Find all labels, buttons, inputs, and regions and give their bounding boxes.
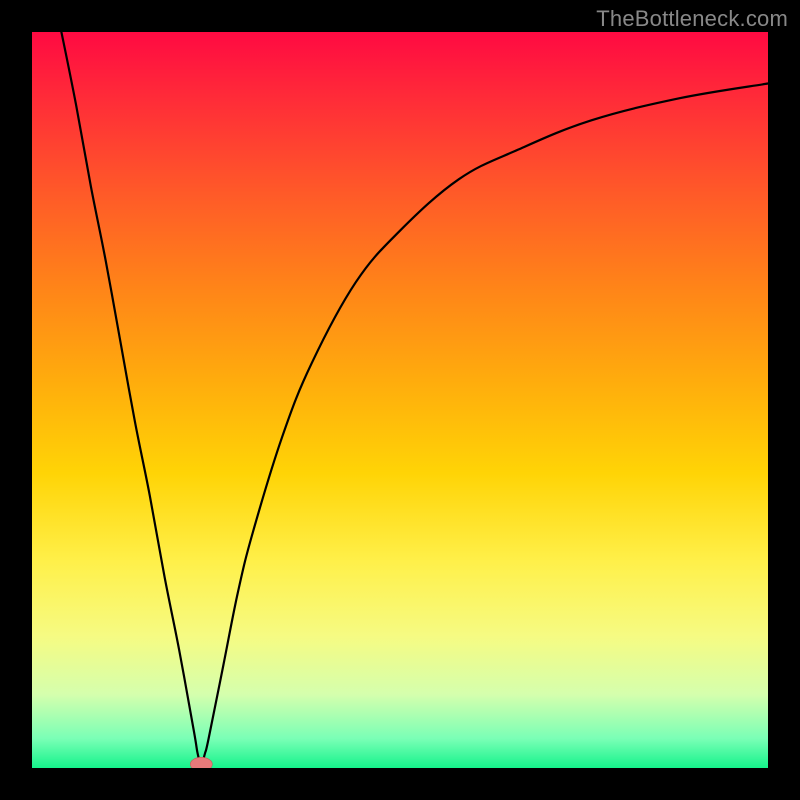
curve-layer — [32, 32, 768, 768]
chart-frame: TheBottleneck.com — [0, 0, 800, 800]
plot-area — [32, 32, 768, 768]
minimum-marker — [190, 757, 212, 768]
watermark-text: TheBottleneck.com — [596, 6, 788, 32]
bottleneck-curve — [61, 32, 768, 764]
